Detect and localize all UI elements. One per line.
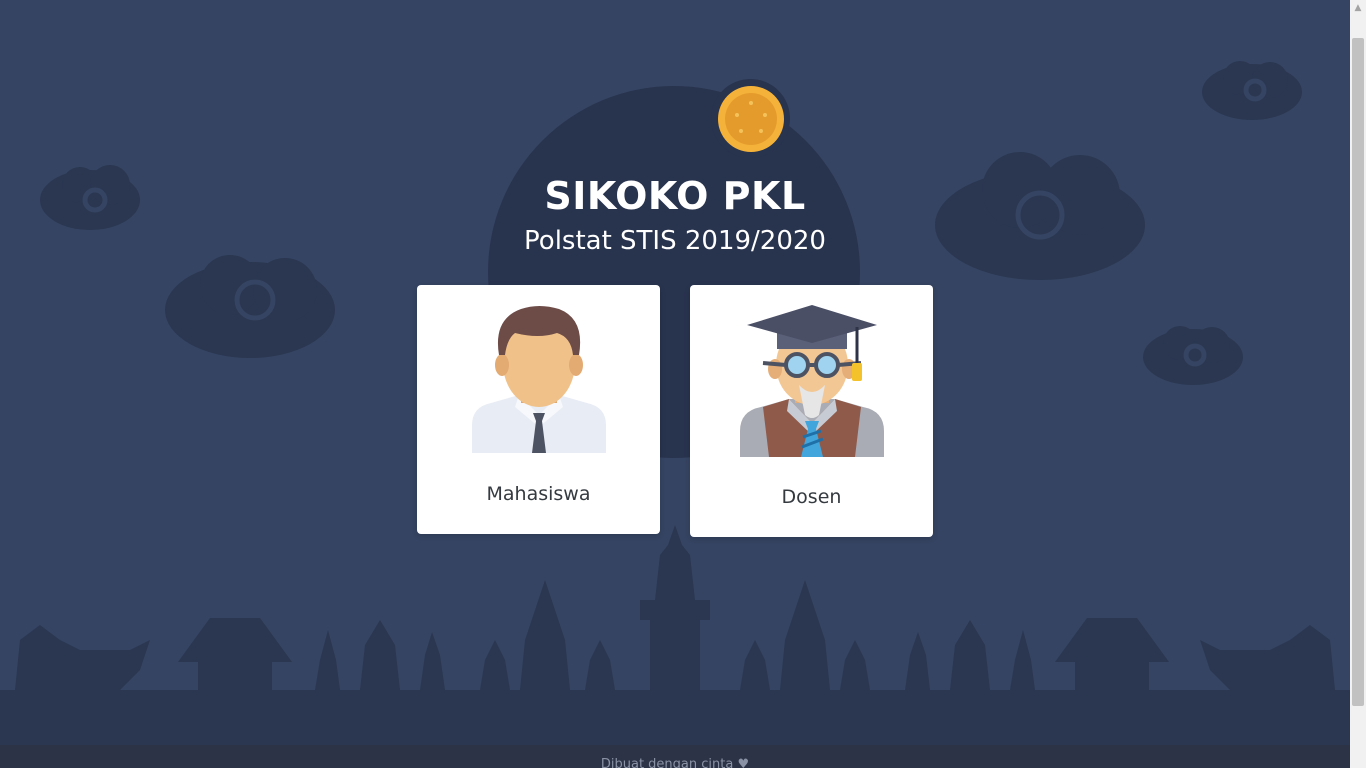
cloud-icon — [1143, 326, 1243, 385]
student-avatar-icon — [472, 306, 606, 453]
scrollbar-thumb[interactable] — [1352, 38, 1364, 706]
footer-text: Dibuat dengan cinta ♥ — [600, 757, 750, 768]
footer: Dibuat dengan cinta ♥ — [0, 745, 1350, 768]
lecturer-avatar-icon — [740, 305, 884, 457]
background-decoration — [0, 61, 1350, 745]
scroll-up-arrow-icon[interactable]: ▲ — [1350, 0, 1366, 16]
role-card-mahasiswa[interactable]: Mahasiswa — [417, 285, 660, 534]
role-label-mahasiswa: Mahasiswa — [486, 483, 591, 505]
logo-emblem-icon — [724, 92, 777, 145]
cloud-icon — [165, 255, 335, 358]
institution-logo — [711, 79, 790, 158]
vertical-scrollbar[interactable]: ▲ — [1350, 0, 1366, 768]
cloud-icon — [1202, 61, 1302, 120]
logo-ring — [717, 85, 784, 152]
role-card-dosen[interactable]: Dosen — [690, 285, 933, 537]
app-subtitle: Polstat STIS 2019/2020 — [524, 226, 826, 256]
login-role-page: SIKOKO PKL Polstat STIS 2019/2020 Mahasi… — [0, 0, 1350, 768]
app-title: SIKOKO PKL — [544, 174, 806, 218]
role-label-dosen: Dosen — [781, 486, 842, 508]
